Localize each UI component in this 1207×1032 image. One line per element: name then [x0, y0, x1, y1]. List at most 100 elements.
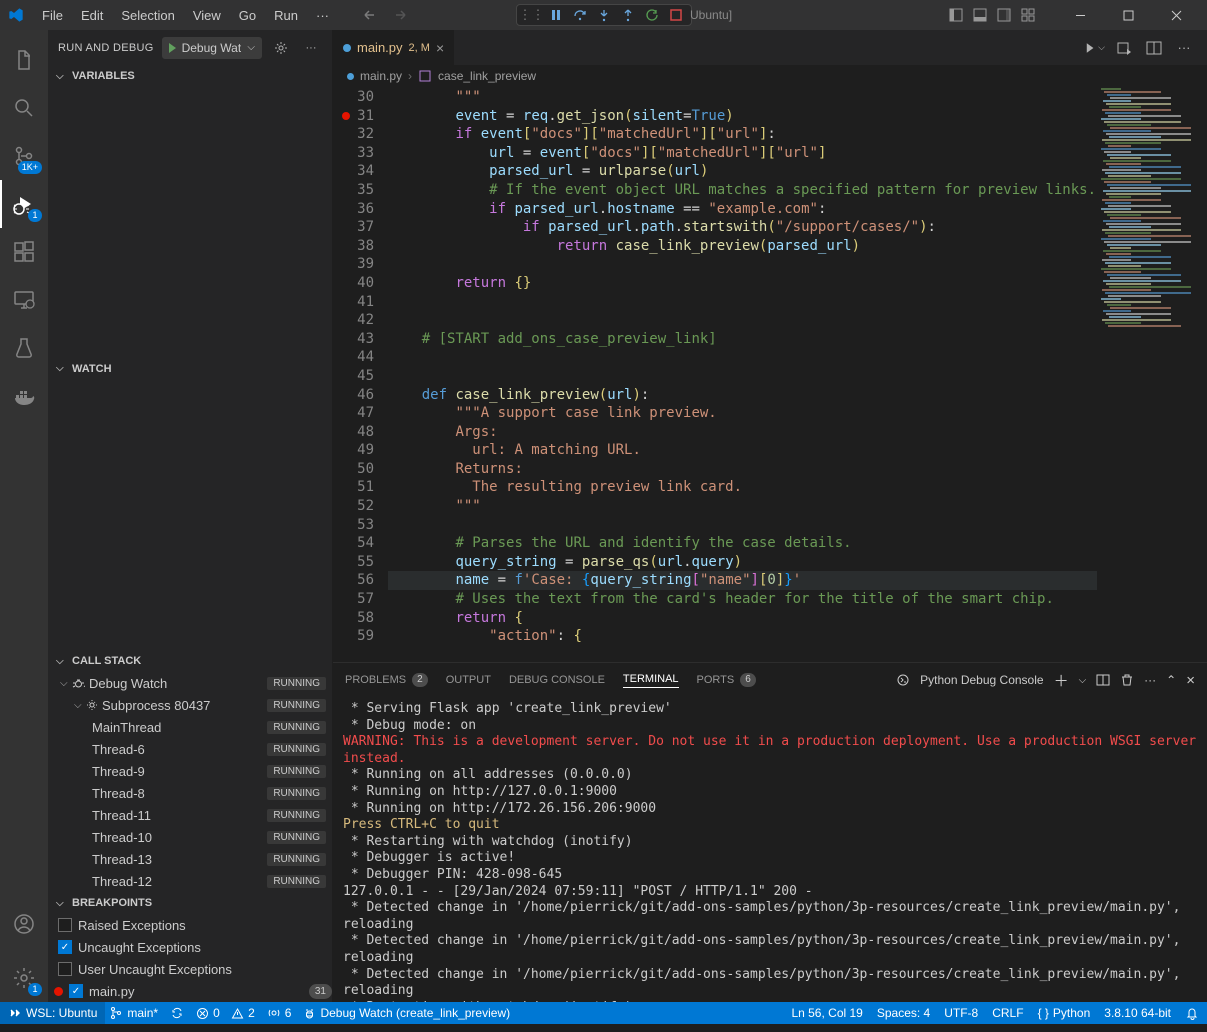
- more-icon[interactable]: ···: [1144, 673, 1156, 687]
- tab-problems[interactable]: PROBLEMS 2: [345, 673, 428, 687]
- status-language[interactable]: { }Python: [1038, 1006, 1091, 1020]
- drag-handle-icon[interactable]: ⋮⋮: [521, 4, 543, 26]
- editor[interactable]: 3031323334353637383940414243444546474849…: [333, 87, 1207, 662]
- code-area[interactable]: """ event = req.get_json(silent=True) if…: [388, 87, 1097, 662]
- section-watch[interactable]: ⌵ WATCH: [48, 358, 332, 380]
- run-dropdown-icon[interactable]: ⌵: [1083, 37, 1105, 59]
- breadcrumb-file[interactable]: main.py: [360, 69, 402, 83]
- tab-ports[interactable]: PORTS 6: [697, 673, 756, 687]
- close-panel-icon[interactable]: ×: [1186, 672, 1195, 689]
- split-editor-icon[interactable]: [1143, 37, 1165, 59]
- callstack-row[interactable]: Thread-9RUNNING: [48, 760, 332, 782]
- tab-output[interactable]: OUTPUT: [446, 674, 491, 686]
- restart-icon[interactable]: [641, 4, 663, 26]
- debug-settings-icon[interactable]: [270, 37, 292, 59]
- activity-debug[interactable]: 1: [0, 180, 48, 228]
- status-python-version[interactable]: 3.8.10 64-bit: [1104, 1006, 1171, 1020]
- step-out-icon[interactable]: [617, 4, 639, 26]
- breakpoint-row[interactable]: ✓Uncaught Exceptions: [48, 936, 332, 958]
- status-notifications[interactable]: [1185, 1006, 1199, 1020]
- stop-icon[interactable]: [665, 4, 687, 26]
- section-variables[interactable]: ⌵ VARIABLES: [48, 65, 332, 87]
- layout-right-icon[interactable]: [993, 4, 1015, 26]
- status-cursor[interactable]: Ln 56, Col 19: [791, 1006, 862, 1020]
- step-into-icon[interactable]: [593, 4, 615, 26]
- checkbox[interactable]: [58, 962, 72, 976]
- checkbox[interactable]: [58, 918, 72, 932]
- breadcrumb-symbol[interactable]: case_link_preview: [438, 69, 536, 83]
- activity-explorer[interactable]: [0, 36, 48, 84]
- status-debug[interactable]: Debug Watch (create_link_preview): [303, 1006, 510, 1020]
- chevron-up-icon[interactable]: ⌃: [1166, 673, 1176, 687]
- status-eol[interactable]: CRLF: [992, 1006, 1023, 1020]
- status-problems[interactable]: 0 2: [196, 1006, 255, 1020]
- new-terminal-icon[interactable]: ＋: [1054, 670, 1069, 691]
- layout-primary-icon[interactable]: [945, 4, 967, 26]
- more-icon[interactable]: ···: [300, 37, 322, 59]
- menu-run[interactable]: Run: [266, 4, 306, 27]
- activity-docker[interactable]: [0, 372, 48, 420]
- activity-testing[interactable]: [0, 324, 48, 372]
- menu-go[interactable]: Go: [231, 4, 264, 27]
- callstack-row[interactable]: Thread-8RUNNING: [48, 782, 332, 804]
- menu-file[interactable]: File: [34, 4, 71, 27]
- callstack-row[interactable]: Thread-11RUNNING: [48, 804, 332, 826]
- chevron-down-icon: ⌵: [56, 363, 68, 374]
- section-callstack[interactable]: ⌵ CALL STACK: [48, 650, 332, 672]
- activity-scm[interactable]: 1K+: [0, 132, 48, 180]
- layout-bottom-icon[interactable]: [969, 4, 991, 26]
- section-breakpoints[interactable]: ⌵ BREAKPOINTS: [48, 892, 332, 914]
- close-icon[interactable]: ×: [436, 40, 444, 56]
- activity-search[interactable]: [0, 84, 48, 132]
- activity-settings[interactable]: 1: [0, 954, 48, 1002]
- launch-config-select[interactable]: Debug Wat ⌵: [162, 37, 262, 59]
- chevron-down-icon[interactable]: ⌵: [1079, 675, 1087, 686]
- tab-debug-console[interactable]: DEBUG CONSOLE: [509, 674, 605, 686]
- window-close[interactable]: [1153, 0, 1199, 30]
- window-minimize[interactable]: [1057, 0, 1103, 30]
- menu-more[interactable]: ···: [308, 4, 337, 27]
- tab-terminal[interactable]: TERMINAL: [623, 673, 679, 688]
- more-icon[interactable]: ···: [1173, 37, 1195, 59]
- checkbox[interactable]: ✓: [69, 984, 83, 998]
- breakpoint-row[interactable]: Raised Exceptions: [48, 914, 332, 936]
- symbol-icon: [418, 69, 432, 83]
- menu-selection[interactable]: Selection: [113, 4, 182, 27]
- callstack-row[interactable]: ⌵Debug WatchRUNNING: [48, 672, 332, 694]
- callstack-row[interactable]: Thread-13RUNNING: [48, 848, 332, 870]
- callstack-row[interactable]: Thread-12RUNNING: [48, 870, 332, 892]
- minimap[interactable]: [1097, 87, 1207, 662]
- callstack-row[interactable]: ⌵Subprocess 80437RUNNING: [48, 694, 332, 716]
- status-spaces[interactable]: Spaces: 4: [877, 1006, 930, 1020]
- activity-accounts[interactable]: [0, 900, 48, 948]
- window-maximize[interactable]: [1105, 0, 1151, 30]
- checkbox[interactable]: ✓: [58, 940, 72, 954]
- menu-edit[interactable]: Edit: [73, 4, 111, 27]
- status-sync[interactable]: [170, 1006, 184, 1020]
- callstack-row[interactable]: MainThreadRUNNING: [48, 716, 332, 738]
- menu-view[interactable]: View: [185, 4, 229, 27]
- kill-terminal-icon[interactable]: [1120, 673, 1134, 687]
- status-remote[interactable]: WSL: Ubuntu: [0, 1002, 105, 1024]
- status-encoding[interactable]: UTF-8: [944, 1006, 978, 1020]
- terminal[interactable]: * Serving Flask app 'create_link_preview…: [333, 697, 1207, 1002]
- callstack-row[interactable]: Thread-6RUNNING: [48, 738, 332, 760]
- breakpoint-row[interactable]: User Uncaught Exceptions: [48, 958, 332, 980]
- nav-back-icon[interactable]: [359, 4, 381, 26]
- layout-customize-icon[interactable]: [1017, 4, 1039, 26]
- breakpoint-file-row[interactable]: ✓main.py31: [48, 980, 332, 1002]
- pause-icon[interactable]: [545, 4, 567, 26]
- debug-launch-icon[interactable]: [1113, 37, 1135, 59]
- step-over-icon[interactable]: [569, 4, 591, 26]
- breadcrumbs[interactable]: main.py › case_link_preview: [333, 65, 1207, 87]
- status-branch[interactable]: main*: [109, 1006, 158, 1020]
- callstack-row[interactable]: Thread-10RUNNING: [48, 826, 332, 848]
- chevron-down-icon: ⌵: [74, 700, 86, 711]
- split-terminal-icon[interactable]: [1096, 673, 1110, 687]
- nav-fwd-icon[interactable]: [389, 4, 411, 26]
- terminal-profile-label[interactable]: Python Debug Console: [920, 673, 1043, 687]
- status-ports[interactable]: 6: [267, 1006, 292, 1020]
- activity-extensions[interactable]: [0, 228, 48, 276]
- activity-remote-explorer[interactable]: [0, 276, 48, 324]
- editor-tab[interactable]: main.py 2, M ×: [333, 30, 455, 65]
